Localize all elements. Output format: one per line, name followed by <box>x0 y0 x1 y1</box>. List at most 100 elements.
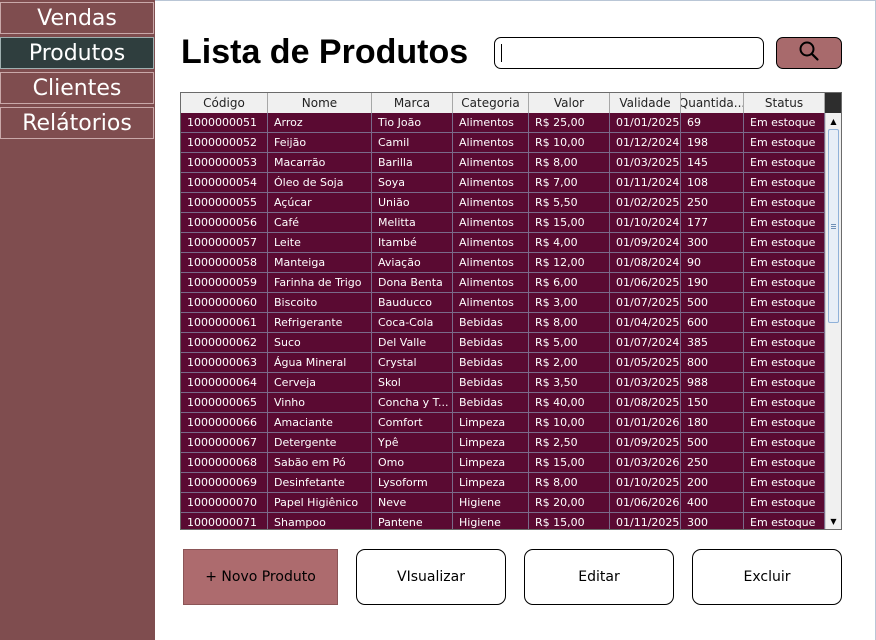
cell-quantidade: 177 <box>681 213 744 233</box>
table-row[interactable]: 1000000070 Papel Higiênico Neve Higiene R$ 2… <box>181 493 825 513</box>
cell-status: Em estoque <box>744 493 825 513</box>
cell-quantidade: 300 <box>681 513 744 529</box>
cell-quantidade: 600 <box>681 313 744 333</box>
view-button[interactable]: VIsualizar <box>356 549 506 605</box>
cell-quantidade: 69 <box>681 113 744 133</box>
sidebar-item-clientes[interactable]: Clientes <box>0 72 154 104</box>
cell-codigo: 1000000051 <box>181 113 268 133</box>
table-row[interactable]: 1000000058 Manteiga Aviação Alimentos R$ 12,… <box>181 253 825 273</box>
cell-valor: R$ 15,00 <box>529 513 610 529</box>
table-row[interactable]: 1000000069 Desinfetante Lysoform Limpeza R$ … <box>181 473 825 493</box>
cell-valor: R$ 2,50 <box>529 433 610 453</box>
cell-nome: Shampoo <box>268 513 372 529</box>
table-row[interactable]: 1000000054 Óleo de Soja Soya Alimentos R$ 7,… <box>181 173 825 193</box>
table-vertical-scrollbar[interactable]: ▲ ▼ <box>825 113 841 529</box>
table-row[interactable]: 1000000052 Feijão Camil Alimentos R$ 10,00 01… <box>181 133 825 153</box>
cell-quantidade: 190 <box>681 273 744 293</box>
column-header-nome[interactable]: Nome <box>268 93 372 113</box>
cell-validade: 01/08/2024 <box>610 253 681 273</box>
table-row[interactable]: 1000000056 Café Melitta Alimentos R$ 15,00 01… <box>181 213 825 233</box>
new-product-button[interactable]: + Novo Produto <box>183 549 338 605</box>
column-header-status[interactable]: Status <box>744 93 825 113</box>
cell-codigo: 1000000061 <box>181 313 268 333</box>
cell-valor: R$ 2,00 <box>529 353 610 373</box>
table-row[interactable]: 1000000063 Água Mineral Crystal Bebidas R$ 2… <box>181 353 825 373</box>
scroll-down-arrow-icon[interactable]: ▼ <box>826 514 841 528</box>
search-input[interactable] <box>494 37 764 69</box>
cell-status: Em estoque <box>744 393 825 413</box>
cell-categoria: Bebidas <box>453 313 529 333</box>
cell-nome: Desinfetante <box>268 473 372 493</box>
table-row[interactable]: 1000000060 Biscoito Bauducco Alimentos R$ 3,… <box>181 293 825 313</box>
cell-marca: Del Valle <box>372 333 453 353</box>
cell-valor: R$ 5,50 <box>529 193 610 213</box>
cell-validade: 01/06/2026 <box>610 493 681 513</box>
cell-codigo: 1000000069 <box>181 473 268 493</box>
table-row[interactable]: 1000000059 Farinha de Trigo Dona Benta Alim… <box>181 273 825 293</box>
table-row[interactable]: 1000000066 Amaciante Comfort Limpeza R$ 10,0… <box>181 413 825 433</box>
delete-button[interactable]: Excluir <box>692 549 842 605</box>
column-header-quantidade[interactable]: Quantida... <box>681 93 744 113</box>
table-row[interactable]: 1000000062 Suco Del Valle Bebidas R$ 5,00 01/… <box>181 333 825 353</box>
scroll-up-arrow-icon[interactable]: ▲ <box>826 114 841 128</box>
cell-marca: Pantene <box>372 513 453 529</box>
column-header-categoria[interactable]: Categoria <box>453 93 529 113</box>
cell-nome: Feijão <box>268 133 372 153</box>
table-row[interactable]: 1000000064 Cerveja Skol Bebidas R$ 3,50 01/03… <box>181 373 825 393</box>
cell-categoria: Alimentos <box>453 113 529 133</box>
cell-valor: R$ 4,00 <box>529 233 610 253</box>
sidebar-item-relatorios[interactable]: Relátorios <box>0 107 154 139</box>
cell-marca: Skol <box>372 373 453 393</box>
table-header-corner <box>825 93 841 113</box>
cell-codigo: 1000000055 <box>181 193 268 213</box>
cell-marca: Crystal <box>372 353 453 373</box>
cell-status: Em estoque <box>744 333 825 353</box>
cell-categoria: Higiene <box>453 513 529 529</box>
cell-codigo: 1000000058 <box>181 253 268 273</box>
table-row[interactable]: 1000000071 Shampoo Pantene Higiene R$ 15,00 0… <box>181 513 825 529</box>
sidebar-item-produtos[interactable]: Produtos <box>0 37 154 69</box>
cell-validade: 01/11/2025 <box>610 513 681 529</box>
cell-nome: Óleo de Soja <box>268 173 372 193</box>
cell-valor: R$ 15,00 <box>529 453 610 473</box>
cell-nome: Detergente <box>268 433 372 453</box>
table-header: Código Nome Marca Categoria Valor Validade Qua… <box>181 93 825 114</box>
cell-nome: Cerveja <box>268 373 372 393</box>
cell-valor: R$ 10,00 <box>529 413 610 433</box>
column-header-valor[interactable]: Valor <box>529 93 610 113</box>
cell-valor: R$ 3,50 <box>529 373 610 393</box>
cell-codigo: 1000000064 <box>181 373 268 393</box>
cell-nome: Macarrão <box>268 153 372 173</box>
cell-quantidade: 500 <box>681 433 744 453</box>
cell-categoria: Bebidas <box>453 353 529 373</box>
table-row[interactable]: 1000000067 Detergente Ypê Limpeza R$ 2,50 01/… <box>181 433 825 453</box>
sidebar-item-vendas[interactable]: Vendas <box>0 2 154 34</box>
scroll-grip <box>831 226 836 227</box>
column-header-validade[interactable]: Validade <box>610 93 681 113</box>
cell-quantidade: 800 <box>681 353 744 373</box>
cell-quantidade: 90 <box>681 253 744 273</box>
cell-categoria: Bebidas <box>453 373 529 393</box>
table-row[interactable]: 1000000055 Açúcar União Alimentos R$ 5,50 01/… <box>181 193 825 213</box>
cell-status: Em estoque <box>744 413 825 433</box>
edit-button[interactable]: Editar <box>524 549 674 605</box>
search-button[interactable] <box>776 37 842 69</box>
table-row[interactable]: 1000000057 Leite Itambé Alimentos R$ 4,00 01/… <box>181 233 825 253</box>
cell-nome: Suco <box>268 333 372 353</box>
table-row[interactable]: 1000000061 Refrigerante Coca-Cola Bebidas R$… <box>181 313 825 333</box>
cell-validade: 01/11/2024 <box>610 173 681 193</box>
table-row[interactable]: 1000000068 Sabão em Pó Omo Limpeza R$ 15,00 0… <box>181 453 825 473</box>
cell-status: Em estoque <box>744 273 825 293</box>
cell-nome: Papel Higiênico <box>268 493 372 513</box>
cell-codigo: 1000000071 <box>181 513 268 529</box>
table-row[interactable]: 1000000051 Arroz Tio João Alimentos R$ 25,00… <box>181 113 825 133</box>
cell-valor: R$ 8,00 <box>529 153 610 173</box>
column-header-marca[interactable]: Marca <box>372 93 453 113</box>
scrollbar-thumb[interactable] <box>828 129 839 323</box>
column-header-codigo[interactable]: Código <box>181 93 268 113</box>
search-icon <box>798 40 820 66</box>
table-row[interactable]: 1000000065 Vinho Concha y T... Bebidas R$ 40… <box>181 393 825 413</box>
scroll-grip <box>831 228 836 229</box>
cell-quantidade: 145 <box>681 153 744 173</box>
table-row[interactable]: 1000000053 Macarrão Barilla Alimentos R$ 8,0… <box>181 153 825 173</box>
